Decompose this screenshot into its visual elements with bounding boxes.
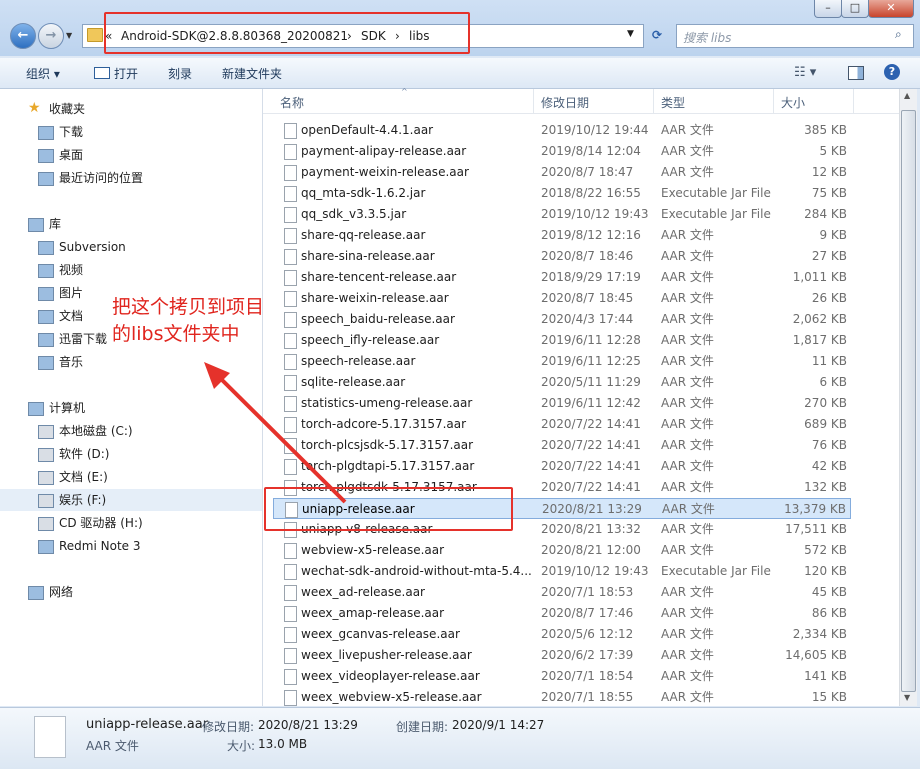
annotation-text: 把这个拷贝到项目 的libs文件夹中 <box>112 296 265 345</box>
annotation-arrow <box>204 362 347 504</box>
arrow-line <box>212 370 347 504</box>
